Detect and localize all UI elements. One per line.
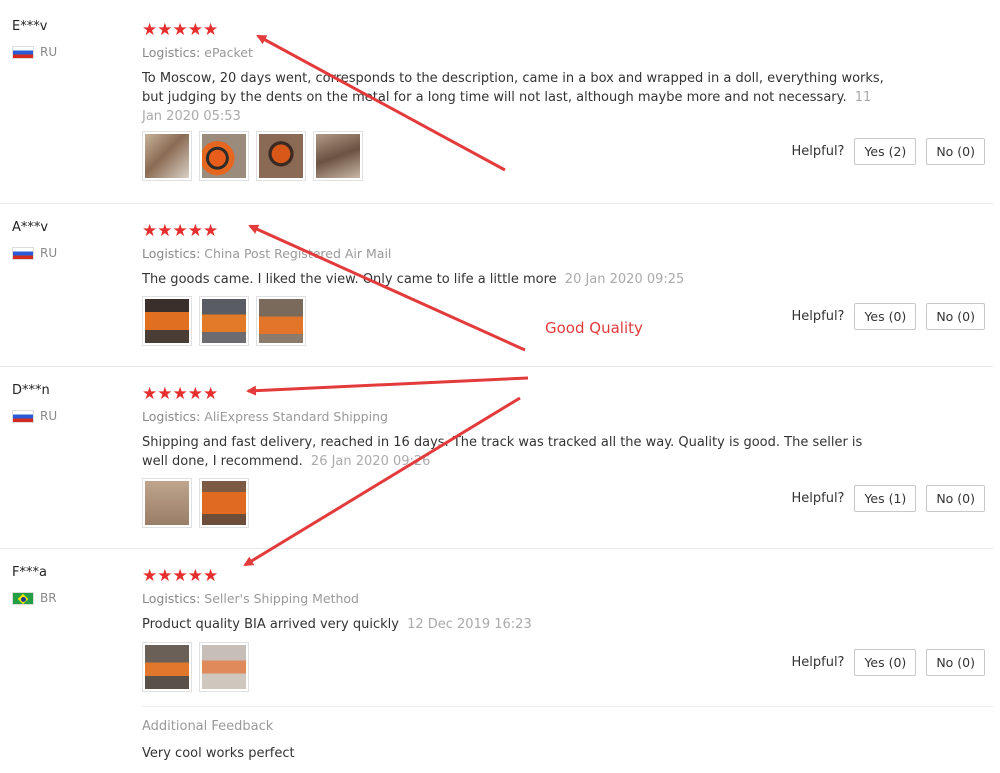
review-photo-thumbnail[interactable] (142, 642, 192, 692)
review-photo-thumbnail[interactable] (199, 131, 249, 181)
reviewer-country: RU (12, 246, 57, 260)
reviewer-name: E***v (12, 19, 48, 34)
photo-image (145, 299, 189, 343)
helpful-controls: Helpful? Yes (1) No (0) (791, 485, 985, 512)
review-text-block: Product quality BIA arrived very quickly… (142, 615, 887, 634)
reviewer-country: RU (12, 45, 57, 59)
review-photo-thumbnail[interactable] (199, 296, 249, 346)
helpful-yes-button[interactable]: Yes (1) (854, 485, 917, 512)
review-item: F***a BR ★★★★★ Logistics: Seller's Shipp… (0, 548, 993, 773)
photo-image (145, 645, 189, 689)
photo-image (202, 299, 246, 343)
review-photo-thumbnail[interactable] (256, 131, 306, 181)
russia-flag-icon (12, 409, 34, 423)
review-text-block: To Moscow, 20 days went, corresponds to … (142, 69, 887, 126)
logistics-info: Logistics: AliExpress Standard Shipping (142, 409, 388, 424)
photo-image (202, 134, 246, 178)
helpful-no-button[interactable]: No (0) (926, 138, 985, 165)
helpful-no-button[interactable]: No (0) (926, 649, 985, 676)
logistics-value: AliExpress Standard Shipping (204, 409, 388, 424)
helpful-yes-button[interactable]: Yes (2) (854, 138, 917, 165)
photo-image (259, 134, 303, 178)
logistics-info: Logistics: ePacket (142, 45, 253, 60)
logistics-label: Logistics: (142, 409, 201, 424)
additional-feedback-title: Additional Feedback (142, 719, 274, 734)
logistics-label: Logistics: (142, 45, 201, 60)
review-photos (142, 478, 249, 528)
reviewer-country: BR (12, 591, 57, 605)
country-code: RU (40, 246, 58, 260)
helpful-label: Helpful? (791, 491, 845, 506)
review-photo-thumbnail[interactable] (313, 131, 363, 181)
photo-image (202, 481, 246, 525)
russia-flag-icon (12, 45, 34, 59)
country-code: BR (40, 591, 57, 605)
review-item: E***v RU ★★★★★ Logistics: ePacket To Mos… (0, 3, 993, 203)
logistics-info: Logistics: China Post Registered Air Mai… (142, 246, 391, 261)
review-item: A***v RU ★★★★★ Logistics: China Post Reg… (0, 203, 993, 367)
review-photos (142, 131, 363, 181)
star-rating: ★★★★★ (142, 20, 219, 40)
review-photo-thumbnail[interactable] (142, 131, 192, 181)
good-quality-annotation: Good Quality (545, 319, 643, 337)
logistics-label: Logistics: (142, 246, 201, 261)
review-text: Shipping and fast delivery, reached in 1… (142, 435, 863, 469)
review-date: 20 Jan 2020 09:25 (564, 272, 685, 287)
additional-feedback-divider (142, 706, 993, 707)
reviewer-name: D***n (12, 383, 50, 398)
helpful-controls: Helpful? Yes (2) No (0) (791, 138, 985, 165)
review-date: 26 Jan 2020 09:26 (310, 454, 431, 469)
review-photo-thumbnail[interactable] (142, 478, 192, 528)
review-text: The goods came. I liked the view. Only c… (142, 272, 557, 287)
brazil-flag-icon (12, 591, 34, 605)
country-code: RU (40, 45, 58, 59)
additional-feedback-text: Very cool works perfect (142, 746, 295, 761)
reviewer-name: F***a (12, 565, 47, 580)
helpful-controls: Helpful? Yes (0) No (0) (791, 649, 985, 676)
logistics-value: China Post Registered Air Mail (204, 246, 392, 261)
star-rating: ★★★★★ (142, 566, 219, 586)
photo-image (202, 645, 246, 689)
review-item: D***n RU ★★★★★ Logistics: AliExpress Sta… (0, 366, 993, 549)
helpful-no-button[interactable]: No (0) (926, 303, 985, 330)
review-photos (142, 642, 249, 692)
russia-flag-icon (12, 246, 34, 260)
review-text: To Moscow, 20 days went, corresponds to … (142, 71, 884, 105)
helpful-label: Helpful? (791, 309, 845, 324)
review-text-block: The goods came. I liked the view. Only c… (142, 270, 887, 289)
helpful-no-button[interactable]: No (0) (926, 485, 985, 512)
reviewer-country: RU (12, 409, 57, 423)
helpful-yes-button[interactable]: Yes (0) (854, 303, 917, 330)
star-rating: ★★★★★ (142, 221, 219, 241)
helpful-controls: Helpful? Yes (0) No (0) (791, 303, 985, 330)
photo-image (259, 299, 303, 343)
star-rating: ★★★★★ (142, 384, 219, 404)
review-text-block: Shipping and fast delivery, reached in 1… (142, 433, 887, 471)
review-text: Product quality BIA arrived very quickly (142, 617, 399, 632)
review-photos (142, 296, 306, 346)
photo-image (145, 134, 189, 178)
logistics-value: ePacket (204, 45, 253, 60)
logistics-label: Logistics: (142, 591, 201, 606)
helpful-yes-button[interactable]: Yes (0) (854, 649, 917, 676)
helpful-label: Helpful? (791, 655, 845, 670)
country-code: RU (40, 409, 58, 423)
photo-image (316, 134, 360, 178)
review-date: 12 Dec 2019 16:23 (407, 617, 532, 632)
logistics-info: Logistics: Seller's Shipping Method (142, 591, 359, 606)
review-photo-thumbnail[interactable] (199, 478, 249, 528)
photo-image (145, 481, 189, 525)
logistics-value: Seller's Shipping Method (204, 591, 359, 606)
review-photo-thumbnail[interactable] (199, 642, 249, 692)
helpful-label: Helpful? (791, 144, 845, 159)
reviewer-name: A***v (12, 220, 49, 235)
review-photo-thumbnail[interactable] (142, 296, 192, 346)
review-photo-thumbnail[interactable] (256, 296, 306, 346)
